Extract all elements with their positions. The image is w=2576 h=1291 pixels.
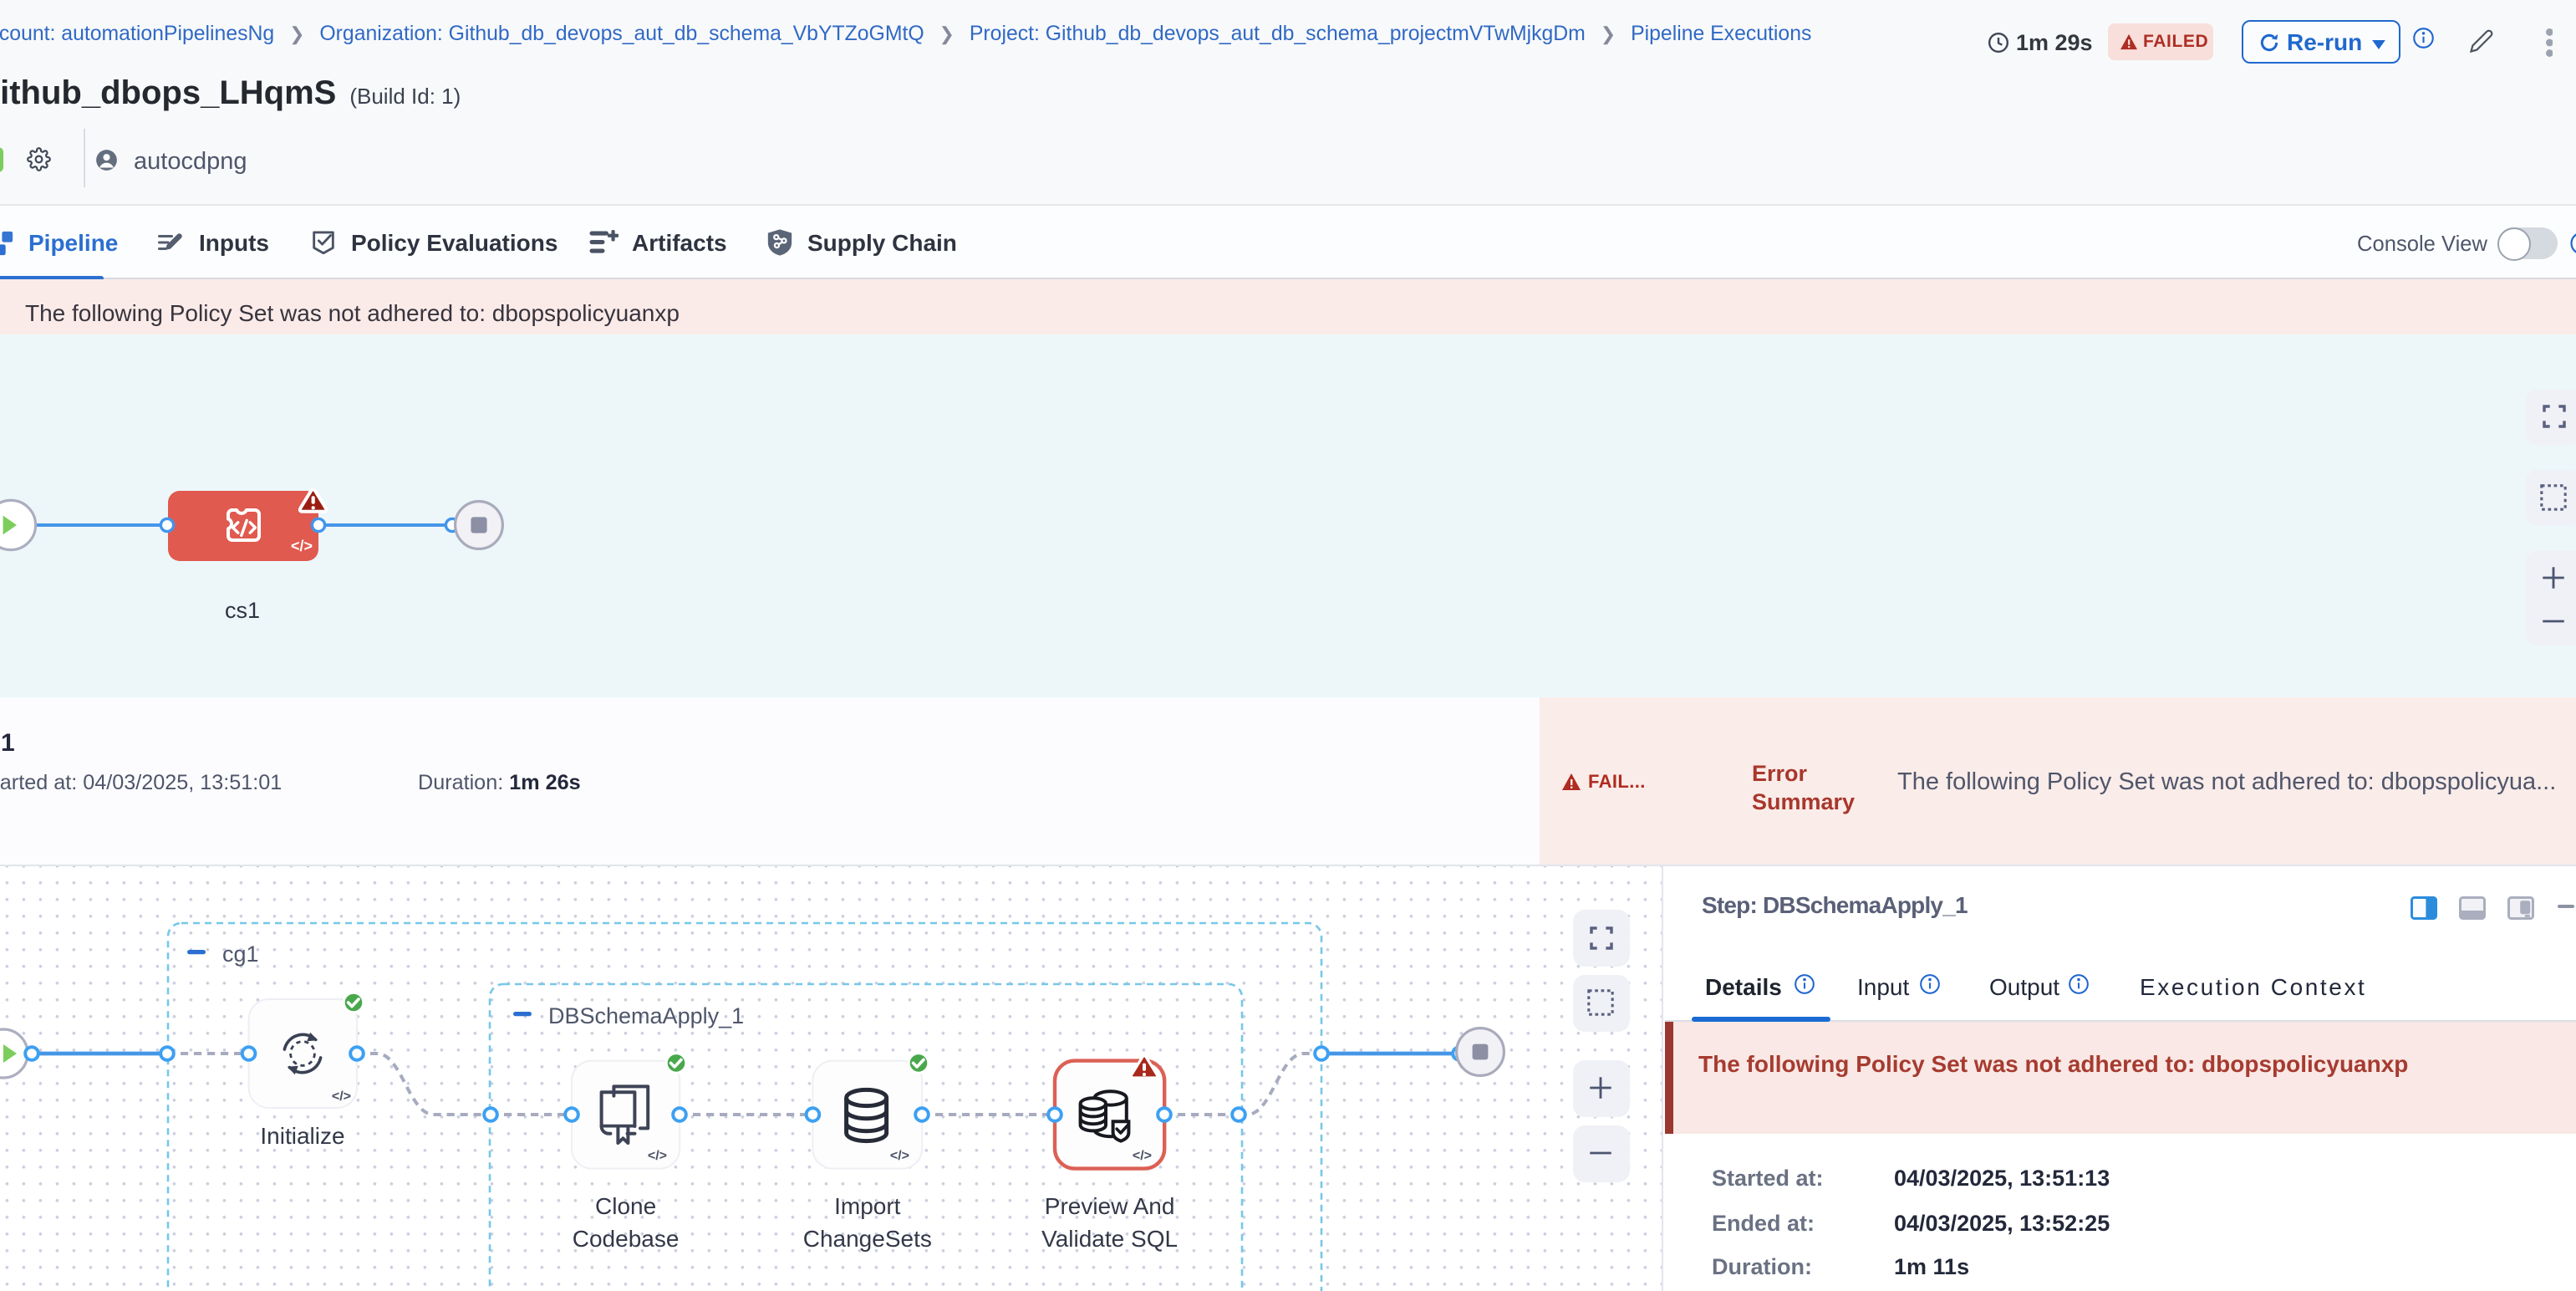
svg-text:ChangeSets: ChangeSets (803, 1226, 932, 1252)
svg-text:Validate SQL: Validate SQL (1041, 1226, 1178, 1252)
svg-text:Import: Import (834, 1193, 901, 1219)
svg-text:</>: </> (332, 1089, 351, 1104)
svg-text:Clone: Clone (595, 1193, 656, 1219)
svg-text:</>: </> (1133, 1149, 1152, 1163)
svg-text:Initialize: Initialize (260, 1123, 344, 1149)
svg-text:cg1: cg1 (222, 941, 259, 967)
svg-text:DBSchemaApply_1: DBSchemaApply_1 (548, 1003, 744, 1028)
svg-text:</>: </> (890, 1149, 909, 1163)
svg-text:</>: </> (291, 538, 313, 554)
svg-text:cs1: cs1 (225, 598, 260, 623)
svg-text:</>: </> (648, 1149, 667, 1163)
svg-text:Codebase: Codebase (573, 1226, 680, 1252)
svg-text:Preview And: Preview And (1045, 1193, 1175, 1219)
